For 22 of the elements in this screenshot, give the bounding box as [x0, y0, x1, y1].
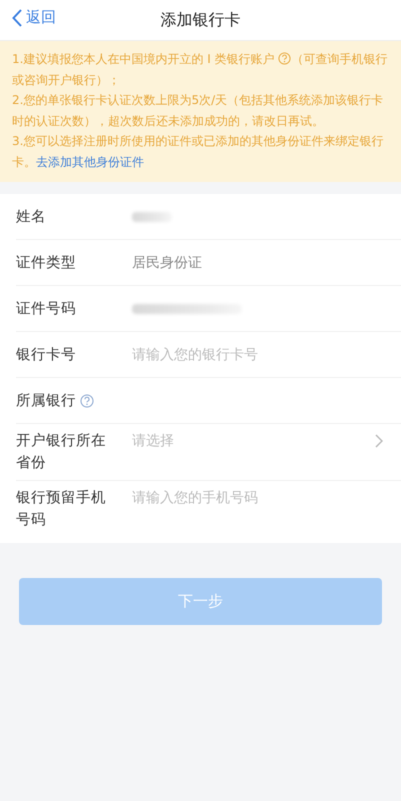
help-icon[interactable] [80, 394, 94, 408]
field-value: 居民身份证 [132, 254, 202, 272]
input-field[interactable]: 请输入您的手机号码 [132, 487, 383, 509]
field-label: 证件类型 [16, 254, 77, 272]
back-button[interactable]: 返回 [12, 8, 56, 27]
field-label: 姓名 [16, 208, 47, 226]
input-field[interactable]: 请输入您的银行卡号 [132, 346, 383, 362]
field-label: 开户银行所在省份 [16, 432, 107, 473]
help-icon[interactable] [278, 52, 292, 65]
field-label: 银行预留手机号码 [16, 488, 107, 530]
select-field[interactable]: 请选择 [132, 430, 375, 452]
notice-text: 3.您可以选择注册时所使用的证件或已添加的其他身份证件来绑定银行卡。去添加其他身份证件 [12, 133, 384, 170]
field-label: 银行卡号 [16, 346, 77, 364]
notice-text: 1.建议填报您本人在中国境内开立的 I 类银行账户 （可查询手机银行或咨询开户银行）； [12, 51, 388, 88]
chevron-icon [375, 434, 383, 448]
page-title: 添加银行卡 [160, 10, 240, 30]
back-icon [12, 8, 22, 26]
redacted-value [132, 212, 172, 222]
field-label: 证件号码 [16, 300, 77, 318]
notice-text: 2.您的单张银行卡认证次数上限为5次/天（包括其他系统添加该银行卡时的认证次数），超次数后还未添加成功的，请改日再试。 [12, 92, 384, 130]
field-label: 所属银行 [16, 392, 76, 410]
add-id-link[interactable]: 去添加其他身份证件 [36, 154, 144, 168]
